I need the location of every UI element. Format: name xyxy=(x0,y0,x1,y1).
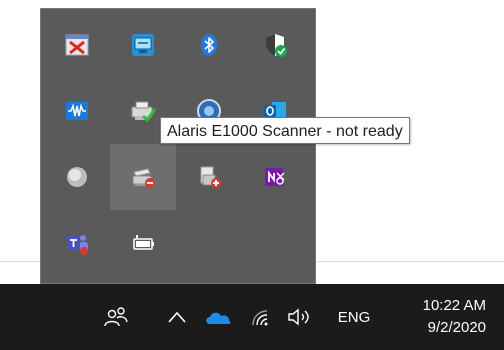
waveform-audio-icon[interactable] xyxy=(44,78,110,144)
scanner-add-icon[interactable] xyxy=(176,144,242,210)
battery-icon[interactable] xyxy=(110,210,176,276)
red-x-window-icon[interactable] xyxy=(44,12,110,78)
tray-overflow-flyout xyxy=(40,8,316,284)
blue-monitor-app-icon[interactable] xyxy=(110,12,176,78)
language-label: ENG xyxy=(337,308,371,326)
teams-icon[interactable] xyxy=(44,210,110,276)
gray-disc-icon[interactable] xyxy=(44,144,110,210)
onenote-send-icon[interactable] xyxy=(242,144,308,210)
language-indicator[interactable]: ENG xyxy=(326,284,382,350)
clock-date: 9/2/2020 xyxy=(427,319,486,336)
windows-security-shield-icon[interactable] xyxy=(242,12,308,78)
clock-time: 10:22 AM xyxy=(422,297,486,314)
wifi-icon[interactable] xyxy=(244,284,276,350)
clock[interactable]: 10:22 AM 9/2/2020 xyxy=(392,284,496,350)
volume-icon[interactable] xyxy=(282,284,318,350)
bluetooth-icon[interactable] xyxy=(176,12,242,78)
chevron-up-icon[interactable] xyxy=(164,284,190,350)
onedrive-cloud-icon[interactable] xyxy=(200,284,236,350)
taskbar: ENG 10:22 AM 9/2/2020 xyxy=(0,284,504,350)
scanner-status-tooltip: Alaris E1000 Scanner - not ready xyxy=(160,117,410,144)
people-icon[interactable] xyxy=(98,284,134,350)
scanner-not-ready-icon[interactable] xyxy=(110,144,176,210)
